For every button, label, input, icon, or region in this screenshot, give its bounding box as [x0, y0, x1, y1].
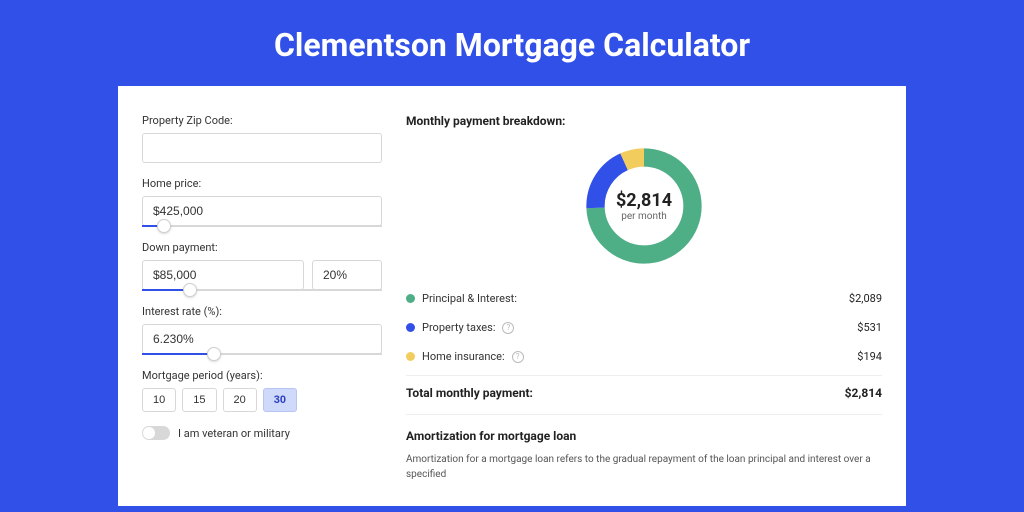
legend-label: Property taxes:	[422, 321, 495, 334]
donut-sub: per month	[621, 211, 667, 222]
period-button-10[interactable]: 10	[142, 388, 176, 412]
legend-dot	[406, 352, 415, 361]
down-payment-pct-input[interactable]	[312, 260, 382, 290]
interest-rate-label: Interest rate (%):	[142, 305, 382, 318]
slider-thumb[interactable]	[183, 283, 197, 297]
legend-value: $194	[857, 350, 882, 363]
info-icon[interactable]: ?	[502, 322, 514, 334]
period-button-30[interactable]: 30	[263, 388, 297, 412]
veteran-toggle[interactable]	[142, 426, 170, 440]
legend-row: Home insurance:? $194	[406, 342, 882, 371]
down-payment-input[interactable]	[142, 260, 304, 290]
zip-field: Property Zip Code:	[142, 114, 382, 163]
down-payment-slider[interactable]	[142, 289, 382, 291]
breakdown-title: Monthly payment breakdown:	[406, 114, 882, 128]
interest-rate-field: Interest rate (%):	[142, 305, 382, 355]
legend: Principal & Interest: $2,089 Property taxe…	[406, 284, 882, 371]
down-payment-field: Down payment:	[142, 241, 382, 291]
legend-dot	[406, 294, 415, 303]
page-title: Clementson Mortgage Calculator	[0, 0, 1024, 86]
slider-thumb[interactable]	[207, 347, 221, 361]
zip-input[interactable]	[142, 133, 382, 163]
slider-thumb[interactable]	[157, 219, 171, 233]
breakdown-column: Monthly payment breakdown: $2,814 per mo…	[406, 114, 882, 506]
legend-value: $2,089	[849, 292, 882, 305]
interest-rate-slider[interactable]	[142, 353, 382, 355]
legend-row: Property taxes:? $531	[406, 313, 882, 342]
donut-chart-wrap: $2,814 per month	[406, 138, 882, 284]
home-price-field: Home price:	[142, 177, 382, 227]
period-label: Mortgage period (years):	[142, 369, 382, 382]
veteran-row: I am veteran or military	[142, 426, 382, 440]
legend-dot	[406, 323, 415, 332]
info-icon[interactable]: ?	[512, 351, 524, 363]
legend-value: $531	[857, 321, 882, 334]
form-column: Property Zip Code: Home price: Down paym…	[142, 114, 382, 506]
amortization-text: Amortization for a mortgage loan refers …	[406, 453, 882, 482]
veteran-label: I am veteran or military	[178, 427, 290, 440]
calculator-card: Property Zip Code: Home price: Down paym…	[118, 86, 906, 506]
amortization-title: Amortization for mortgage loan	[406, 429, 882, 443]
interest-rate-input[interactable]	[142, 324, 382, 354]
total-value: $2,814	[845, 386, 882, 400]
legend-label: Home insurance:	[422, 350, 505, 363]
total-row: Total monthly payment: $2,814	[406, 375, 882, 414]
donut-chart: $2,814 per month	[580, 142, 708, 270]
down-payment-label: Down payment:	[142, 241, 382, 254]
home-price-label: Home price:	[142, 177, 382, 190]
zip-label: Property Zip Code:	[142, 114, 382, 127]
period-button-20[interactable]: 20	[223, 388, 257, 412]
amortization-block: Amortization for mortgage loan Amortizat…	[406, 414, 882, 482]
legend-row: Principal & Interest: $2,089	[406, 284, 882, 313]
home-price-slider[interactable]	[142, 225, 382, 227]
period-field: Mortgage period (years): 1015 2030	[142, 369, 382, 412]
donut-amount: $2,814	[616, 190, 672, 211]
home-price-input[interactable]	[142, 196, 382, 226]
period-button-15[interactable]: 15	[182, 388, 216, 412]
legend-label: Principal & Interest:	[422, 292, 517, 305]
total-label: Total monthly payment:	[406, 386, 533, 400]
